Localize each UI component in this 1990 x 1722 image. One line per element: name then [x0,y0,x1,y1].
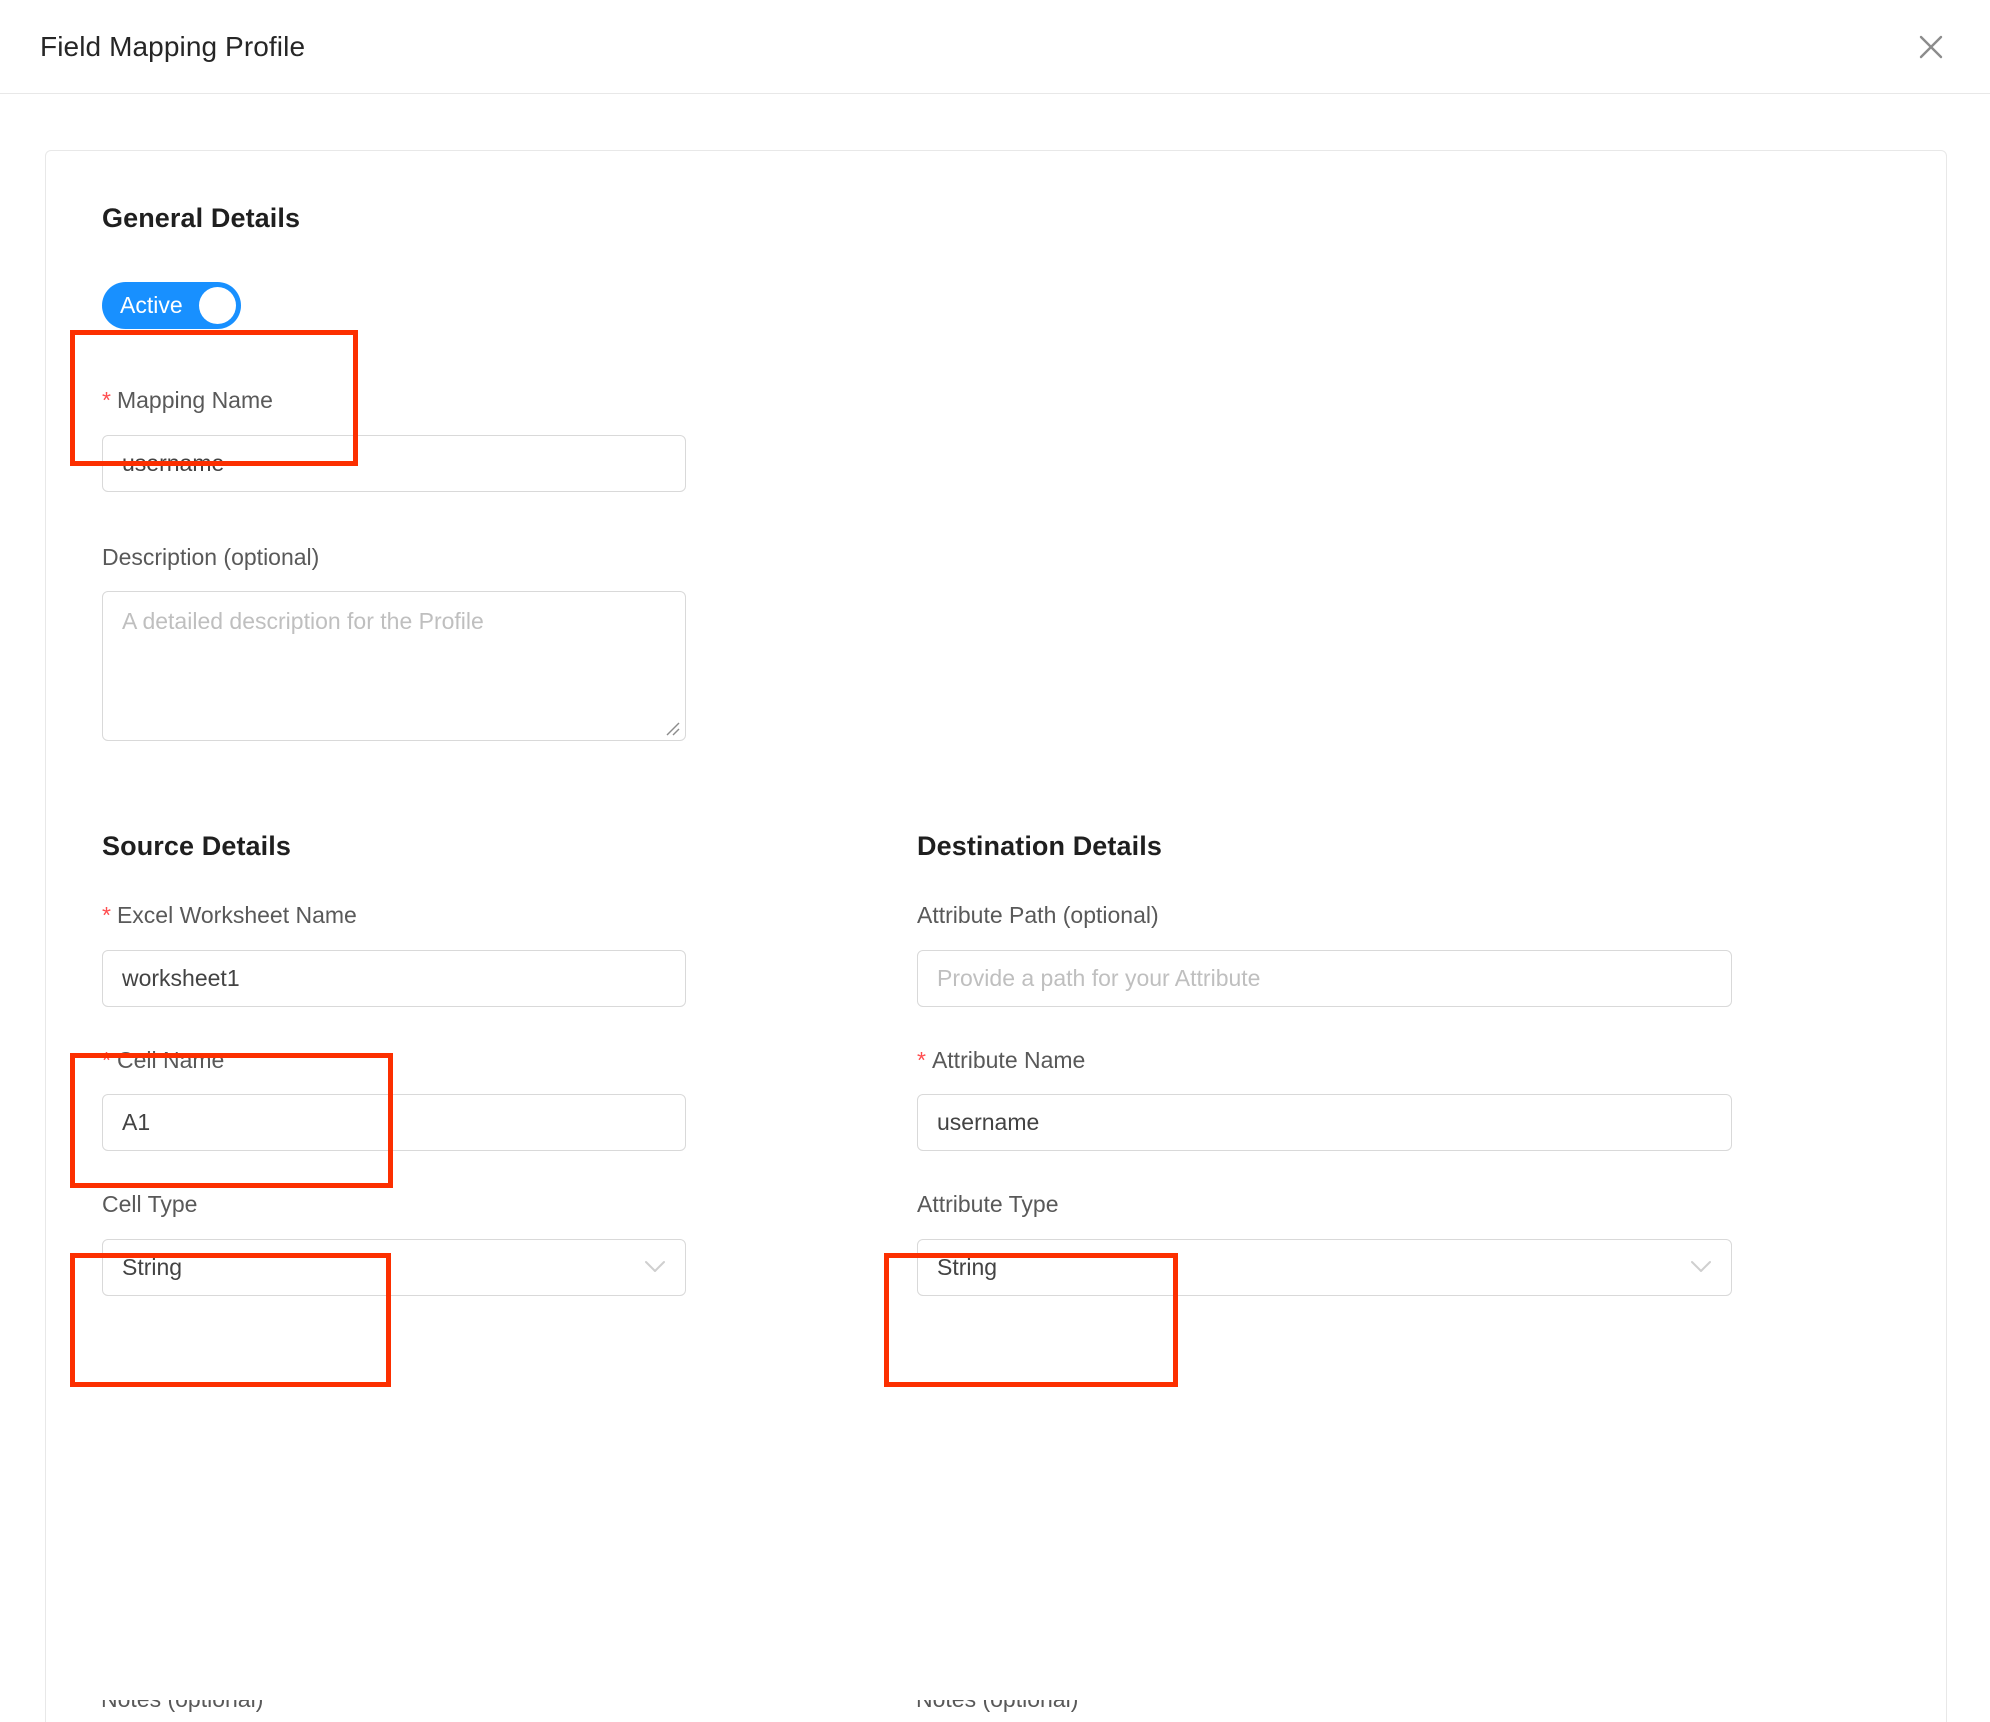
dialog-header: Field Mapping Profile [0,0,1990,94]
attribute-path-field: Attribute Path (optional) Provide a path… [917,902,1732,1007]
attribute-type-value: String [937,1253,998,1280]
chevron-down-icon [1691,1261,1711,1273]
required-asterisk-icon: * [917,1046,926,1073]
details-columns: Source Details * Excel Worksheet Name wor… [102,831,1890,1296]
form-card: General Details Active * Mapping Name use… [45,150,1947,1722]
resize-handle-icon[interactable] [663,719,681,737]
active-toggle-row: Active [102,282,1890,329]
cell-name-input[interactable]: A1 [102,1094,686,1152]
attribute-name-label: * Attribute Name [917,1047,1732,1075]
source-details-heading: Source Details [102,831,291,862]
attribute-name-field: * Attribute Name username [917,1047,1732,1152]
cell-name-label-text: Cell Name [116,1046,225,1073]
attribute-name-label-text: Attribute Name [931,1046,1086,1073]
cell-type-value: String [122,1253,183,1280]
description-textarea[interactable]: A detailed description for the Profile [102,591,686,742]
close-icon[interactable] [1908,24,1954,70]
active-toggle-label: Active [120,292,183,318]
attribute-path-label: Attribute Path (optional) [917,902,1159,929]
active-toggle[interactable]: Active [102,282,241,329]
toggle-knob [199,287,236,324]
mapping-name-input[interactable]: username [102,434,686,492]
attribute-type-label: Attribute Type [917,1191,1059,1218]
destination-details-column: Destination Details Attribute Path (opti… [917,831,1732,1296]
mapping-name-label-text: Mapping Name [116,387,273,413]
destination-notes-label: Notes (optional) [916,1700,1078,1713]
source-details-column: Source Details * Excel Worksheet Name wor… [102,831,917,1296]
source-notes-label: Notes (optional) [101,1700,263,1713]
cell-name-field: * Cell Name A1 [102,1047,917,1152]
field-mapping-profile-dialog: Field Mapping Profile General Details Ac… [0,0,1990,1722]
cell-type-field: Cell Type String [102,1191,917,1296]
required-asterisk-icon: * [102,387,111,413]
required-asterisk-icon: * [102,902,111,929]
worksheet-name-label-text: Excel Worksheet Name [116,902,357,929]
attribute-type-field: Attribute Type String [917,1191,1732,1296]
required-asterisk-icon: * [102,1046,111,1073]
cell-type-label: Cell Type [102,1191,198,1218]
worksheet-name-label: * Excel Worksheet Name [102,902,917,930]
page-title: Field Mapping Profile [40,30,306,62]
destination-details-heading: Destination Details [917,831,1162,862]
cell-type-select[interactable]: String [102,1238,686,1296]
cut-off-notes-row: Notes (optional) Notes (optional) [0,1700,1990,1722]
attribute-name-input[interactable]: username [917,1094,1732,1152]
attribute-path-input[interactable]: Provide a path for your Attribute [917,949,1732,1007]
description-label: Description (optional) [102,543,320,570]
worksheet-name-field: * Excel Worksheet Name worksheet1 [102,902,917,1007]
mapping-name-field: * Mapping Name username [102,387,686,492]
mapping-name-label: * Mapping Name [102,387,686,415]
cell-name-label: * Cell Name [102,1047,917,1075]
attribute-type-select[interactable]: String [917,1238,1732,1296]
general-details-heading: General Details [102,203,301,233]
chevron-down-icon [645,1261,665,1273]
description-field: Description (optional) A detailed descri… [102,544,1890,742]
worksheet-name-input[interactable]: worksheet1 [102,949,686,1007]
